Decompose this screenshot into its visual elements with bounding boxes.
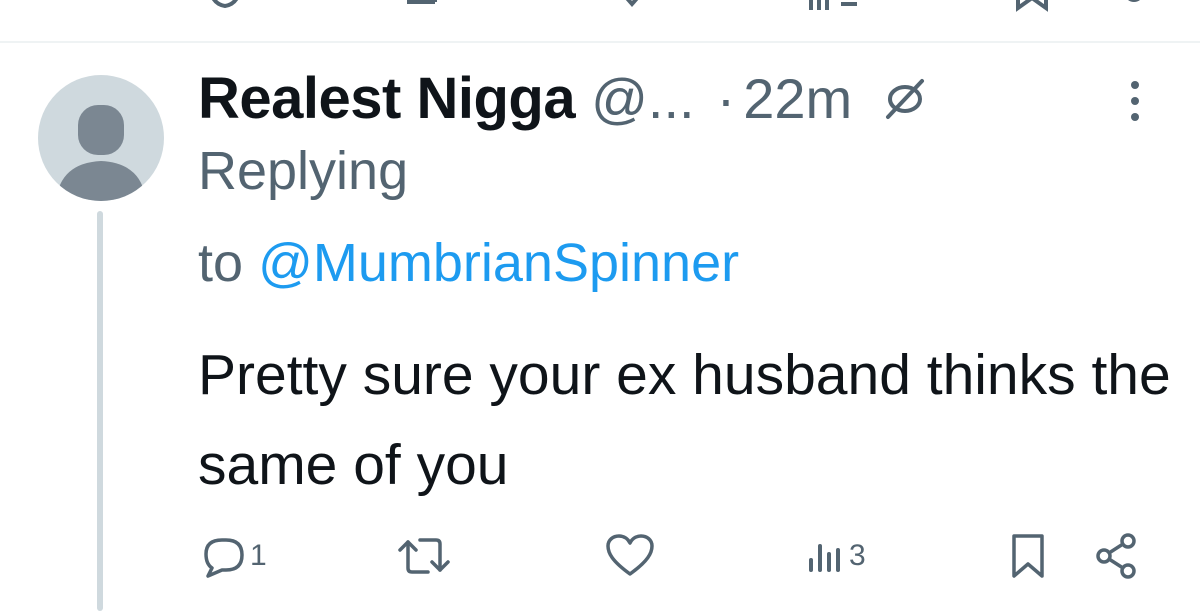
reply-icon	[204, 538, 244, 578]
views-button[interactable]: 3	[803, 528, 866, 584]
previous-tweet-action-bar	[0, 0, 1200, 12]
reply-icon[interactable]	[205, 0, 245, 12]
retweet-button[interactable]	[394, 528, 456, 584]
tweet-text: Pretty sure your ex husband thinks the s…	[198, 343, 1171, 497]
author-handle[interactable]: @...	[591, 66, 695, 131]
views-icon	[809, 544, 840, 572]
no-replies-icon	[882, 75, 928, 121]
tweet-action-bar: 1 3	[0, 528, 1200, 584]
bookmark-button[interactable]	[1008, 528, 1048, 584]
reply-count: 1	[250, 539, 267, 572]
bookmark-icon	[1012, 534, 1044, 578]
author-name[interactable]: Realest Nigga	[198, 65, 576, 132]
share-icon	[1096, 533, 1136, 579]
tweet-divider	[0, 41, 1200, 43]
retweet-icon	[398, 538, 450, 574]
tweet-header: Realest Nigga @... · 22m	[198, 58, 928, 138]
share-icon[interactable]	[1110, 0, 1150, 12]
view-count: 3	[849, 539, 866, 572]
default-avatar-icon[interactable]	[38, 75, 164, 201]
heart-icon[interactable]	[612, 0, 652, 12]
bookmark-icon[interactable]	[1012, 0, 1052, 12]
more-vertical-icon[interactable]	[1128, 80, 1142, 127]
tweet-timestamp[interactable]: 22m	[743, 66, 852, 131]
like-button[interactable]	[604, 528, 658, 584]
header-separator: ·	[716, 66, 736, 130]
replying-to-line: to @MumbrianSpinner	[198, 232, 739, 294]
replying-label: Replying	[198, 141, 409, 201]
reply-button[interactable]: 1	[198, 528, 267, 584]
heart-icon	[606, 534, 654, 576]
replying-to-prefix: to	[198, 233, 244, 293]
views-icon[interactable]	[805, 0, 865, 12]
replying-to-handle-link[interactable]: @MumbrianSpinner	[258, 233, 739, 293]
share-button[interactable]	[1092, 528, 1142, 584]
retweet-icon[interactable]	[405, 0, 445, 12]
